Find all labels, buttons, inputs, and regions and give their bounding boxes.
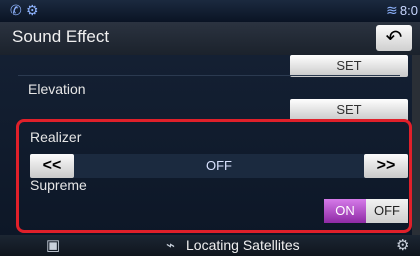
top-set-button[interactable]: SET — [290, 55, 408, 77]
realizer-value: OFF — [206, 158, 232, 173]
realizer-next-button[interactable]: >> — [364, 154, 408, 178]
scrollbar[interactable] — [412, 55, 420, 235]
settings-icon: ⚙ — [26, 2, 39, 18]
separator — [18, 75, 400, 76]
bottom-bar: ▣ ⌁ Locating Satellites ⚙ — [0, 235, 420, 256]
antenna-icon: ⌁ — [166, 237, 176, 254]
supreme-on-button[interactable]: ON — [324, 199, 366, 223]
elevation-label: Elevation — [28, 81, 86, 97]
status-bar: ✆ ⚙ ≋ 8:0 — [0, 0, 420, 22]
supreme-off-button[interactable]: OFF — [366, 199, 408, 223]
phone-icon: ✆ — [10, 2, 22, 18]
elevation-set-button[interactable]: SET — [290, 99, 408, 121]
wifi-icon: ≋ — [386, 2, 398, 18]
gps-status: Locating Satellites — [186, 237, 300, 253]
back-icon: ↶ — [385, 27, 403, 49]
gear-icon[interactable]: ⚙ — [396, 236, 409, 254]
camera-icon[interactable]: ▣ — [46, 236, 60, 254]
realizer-label: Realizer — [30, 129, 82, 145]
realizer-prev-button[interactable]: << — [30, 154, 74, 178]
clock: 8:0 — [399, 3, 418, 18]
page-title: Sound Effect — [12, 27, 110, 46]
header: Sound Effect ↶ — [0, 22, 420, 56]
supreme-label: Supreme — [30, 177, 87, 193]
back-button[interactable]: ↶ — [376, 25, 412, 51]
